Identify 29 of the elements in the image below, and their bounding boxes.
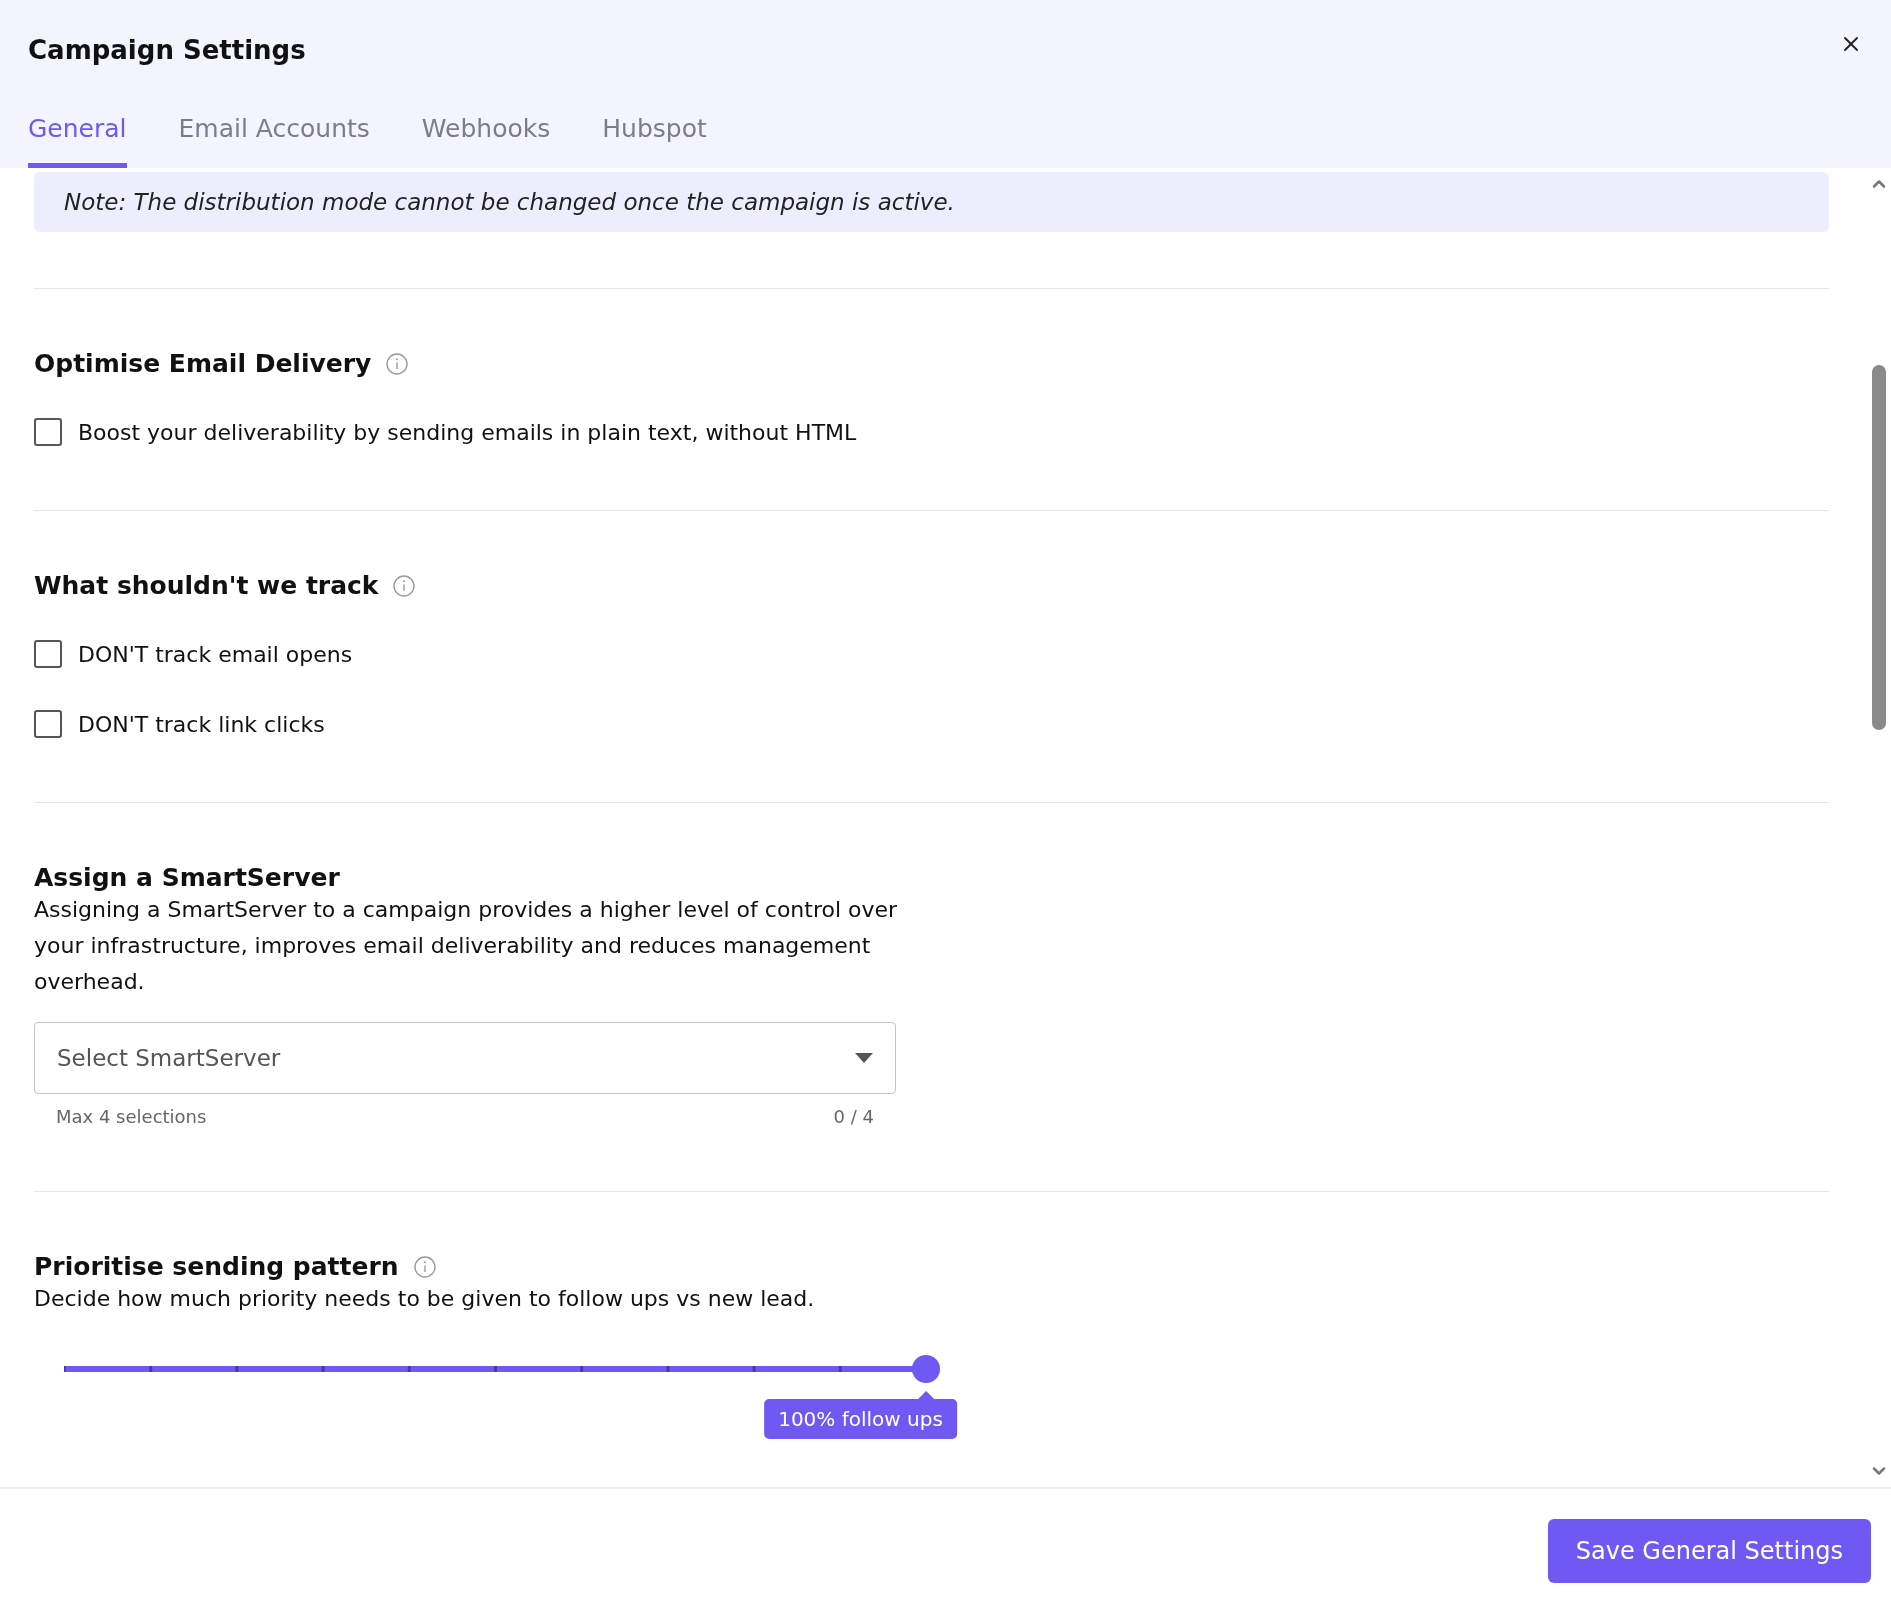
checkbox-label: DON'T track link clicks — [78, 711, 325, 737]
save-button[interactable]: Save General Settings — [1547, 1518, 1871, 1583]
checkbox-label: Boost your deliverability by sending emails in plain text, without HTML — [78, 419, 857, 445]
helper-text: Max 4 selections — [56, 1106, 207, 1127]
info-icon[interactable] — [385, 351, 410, 376]
slider-thumb[interactable] — [912, 1355, 940, 1383]
section-heading: What shouldn't we track — [34, 571, 379, 600]
selection-counter: 0 / 4 — [833, 1106, 874, 1127]
section-heading: Optimise Email Delivery — [34, 349, 372, 378]
section-heading: Assign a SmartServer — [34, 863, 340, 892]
scrollbar-thumb[interactable] — [1872, 365, 1886, 730]
tab[interactable]: Hubspot — [602, 114, 707, 168]
slider-value-tooltip: 100% follow ups — [764, 1391, 957, 1439]
checkbox[interactable] — [34, 710, 62, 738]
checkbox-label: DON'T track email opens — [78, 641, 353, 667]
checkbox[interactable] — [34, 640, 62, 668]
section-heading: Prioritise sending pattern — [34, 1252, 399, 1281]
note-banner: Note: The distribution mode cannot be changed once the campaign is active. — [34, 172, 1829, 232]
section-description: Assigning a SmartServer to a campaign provides a higher level of control over your infrastructure, improves email deliverability and reduces management overhead. — [34, 896, 899, 996]
caret-icon — [855, 1053, 873, 1063]
smartserver-select[interactable]: Select SmartServer — [34, 1022, 896, 1094]
checkbox[interactable] — [34, 418, 62, 446]
tab[interactable]: Email Accounts — [178, 114, 370, 168]
tooltip-arrow — [918, 1391, 934, 1399]
section-description: Decide how much priority needs to be given to follow ups vs new lead. — [34, 1285, 816, 1313]
info-icon[interactable] — [392, 573, 417, 598]
info-icon[interactable] — [412, 1254, 437, 1279]
tab[interactable]: Webhooks — [421, 114, 551, 168]
window-title: Campaign Settings — [28, 35, 306, 65]
